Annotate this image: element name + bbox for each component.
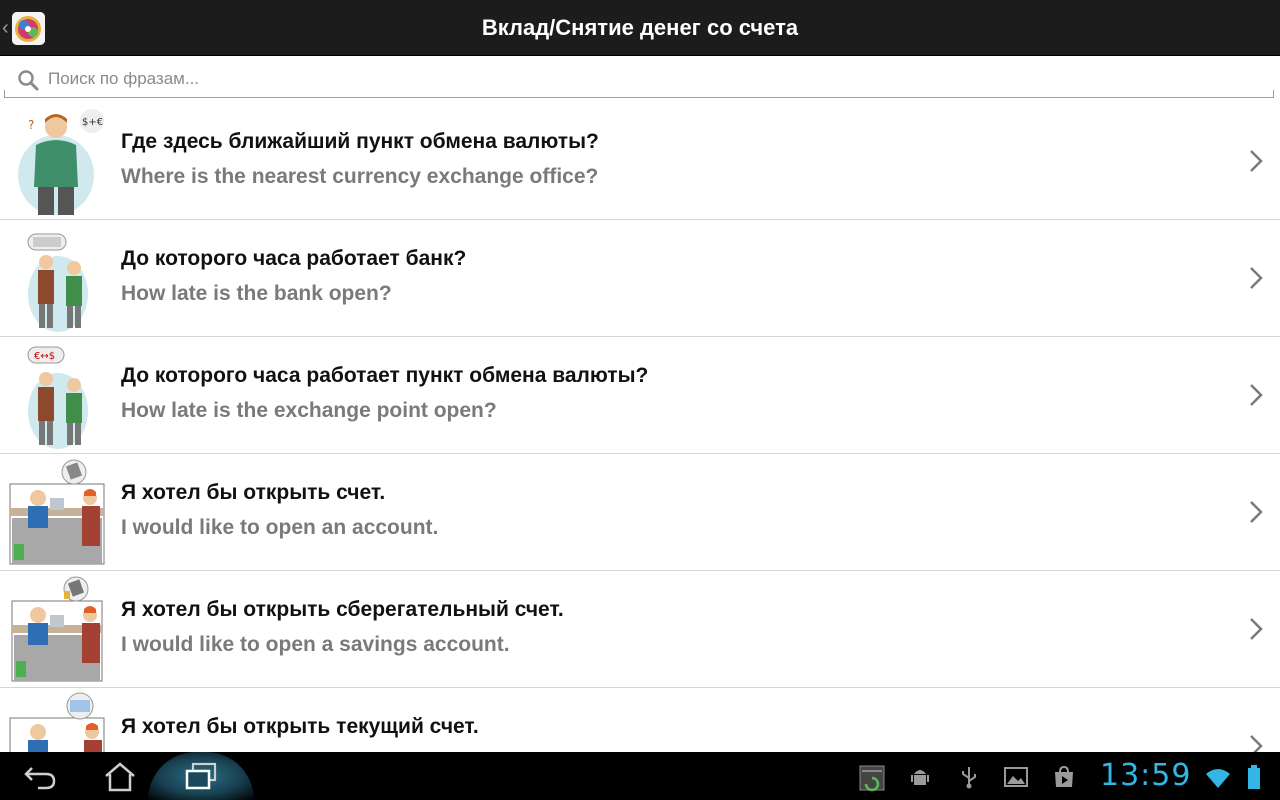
phrase-russian: Я хотел бы открыть текущий счет. — [121, 715, 479, 738]
phrase-russian: Где здесь ближайший пункт обмена валюты? — [121, 130, 599, 153]
search-underline — [4, 97, 1274, 98]
store-icon — [1055, 765, 1073, 787]
gallery-icon — [1004, 767, 1028, 787]
home-icon[interactable] — [98, 758, 142, 794]
bank-counter-savings-illustration — [11, 576, 103, 682]
wifi-icon — [1206, 769, 1230, 788]
phrase-english: I would like to open an account. — [121, 516, 439, 539]
bank-counter-checking-illustration — [9, 692, 105, 753]
phrase-row[interactable]: ? $+€ Где здесь ближайший пункт обмена в… — [0, 103, 1280, 220]
system-bar: 13:59 — [0, 752, 1280, 800]
bank-counter-account-illustration — [9, 459, 105, 565]
phrase-english: Where is the nearest currency exchange o… — [121, 165, 599, 188]
chevron-right-icon — [1250, 501, 1263, 523]
two-people-bank-clock-illustration — [27, 233, 88, 332]
phrase-english: How late is the bank open? — [121, 282, 392, 305]
svg-text:?: ? — [28, 118, 34, 132]
search-input[interactable] — [48, 64, 1248, 94]
phrase-row[interactable]: Я хотел бы открыть текущий счет. — [0, 688, 1280, 753]
search-icon — [18, 70, 39, 91]
usb-icon — [962, 767, 976, 789]
phrase-russian: Я хотел бы открыть счет. — [121, 481, 386, 504]
chevron-right-icon — [1250, 267, 1263, 289]
chevron-right-icon — [1250, 150, 1263, 172]
chevron-right-icon — [1250, 618, 1263, 640]
system-clock: 13:59 — [1100, 758, 1192, 793]
man-confused-currency-illustration: ? $+€ — [18, 109, 104, 215]
svg-text:€↔$: €↔$ — [34, 351, 55, 362]
recent-apps-icon[interactable] — [179, 758, 223, 794]
phrase-row[interactable]: €↔$ До которого часа работает пункт обме… — [0, 337, 1280, 454]
page-title: Вклад/Снятие денег со счета — [481, 15, 799, 40]
phrase-russian: До которого часа работает пункт обмена в… — [121, 364, 649, 387]
two-people-exchange-illustration: €↔$ — [27, 346, 88, 449]
battery-icon — [1248, 765, 1260, 789]
phrase-russian: До которого часа работает банк? — [121, 247, 467, 270]
phrase-row[interactable]: Я хотел бы открыть счет. I would like to… — [0, 454, 1280, 571]
back-icon[interactable] — [18, 758, 62, 794]
svg-text:$+€: $+€ — [82, 117, 103, 128]
chevron-right-icon — [1250, 384, 1263, 406]
phrase-row[interactable]: Я хотел бы открыть сберегательный счет. … — [0, 571, 1280, 688]
phrase-list: ? $+€ Где здесь ближайший пункт обмена в… — [0, 103, 1280, 753]
screenshot-icon[interactable] — [858, 764, 886, 792]
phrase-russian: Я хотел бы открыть сберегательный счет. — [121, 598, 564, 621]
phrase-english: How late is the exchange point open? — [121, 399, 497, 422]
android-debug-icon — [911, 770, 929, 785]
search-bar — [0, 56, 1280, 102]
chevron-right-icon — [1250, 735, 1263, 753]
phrase-english: I would like to open a savings account. — [121, 633, 510, 656]
phrase-row[interactable]: До которого часа работает банк? How late… — [0, 220, 1280, 337]
action-bar: ‹ Вклад/Снятие денег со счета — [0, 0, 1280, 56]
